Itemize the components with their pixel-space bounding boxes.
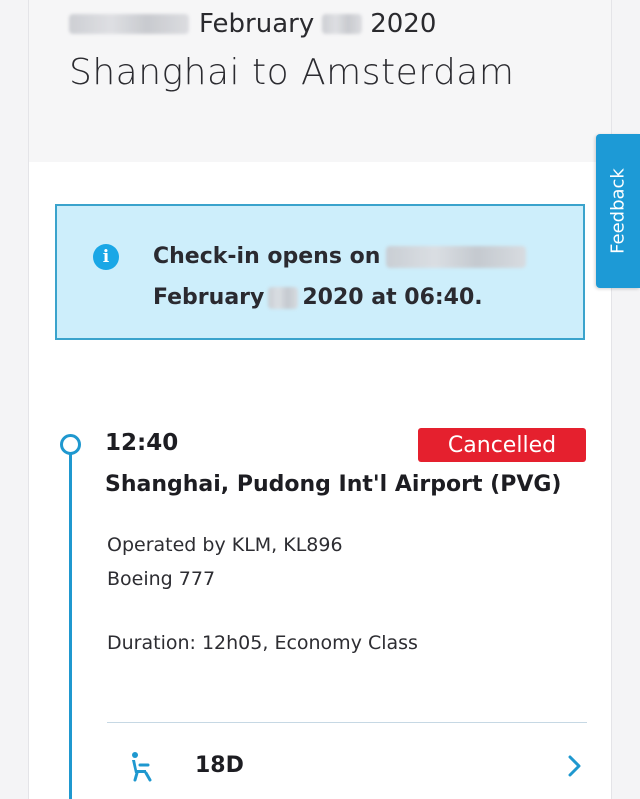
timeline-dot — [60, 434, 81, 455]
redacted-day — [322, 14, 363, 34]
seat-icon — [132, 752, 152, 782]
info-icon: i — [93, 244, 119, 270]
checkin-suffix: 2020 at 06:40. — [302, 285, 483, 310]
checkin-month: February — [153, 285, 265, 310]
departure-time: 12:40 — [105, 430, 179, 456]
page-margin-right — [612, 0, 640, 799]
seat-number: 18D — [195, 753, 244, 778]
checkin-notice: i Check-in opens on February 2020 at 06:4… — [55, 204, 585, 340]
flight-duration: Duration: 12h05, Economy Class — [107, 632, 418, 654]
feedback-tab[interactable]: Feedback — [596, 134, 640, 288]
checkin-notice-text: Check-in opens on February 2020 at 06:40. — [153, 236, 573, 318]
redacted-checkin-weekday — [386, 246, 527, 268]
route-title: Shanghai to Amsterdam — [69, 52, 515, 93]
aircraft-type: Boeing 777 — [107, 568, 216, 590]
seat-row[interactable]: 18D — [107, 736, 587, 796]
trip-date: February 2020 — [69, 6, 436, 42]
operated-by: Operated by KLM, KL896 — [107, 534, 343, 556]
timeline-line — [69, 454, 72, 799]
checkin-prefix: Check-in opens on — [153, 244, 381, 269]
trip-header: February 2020 Shanghai to Amsterdam — [29, 0, 611, 162]
feedback-label: Feedback — [607, 168, 629, 254]
trip-card: February 2020 Shanghai to Amsterdam i Ch… — [28, 0, 612, 799]
redacted-checkin-day — [268, 287, 299, 309]
trip-date-month: February — [199, 9, 315, 39]
status-badge: Cancelled — [418, 428, 586, 462]
departure-airport: Shanghai, Pudong Int'l Airport (PVG) — [105, 472, 562, 497]
chevron-right-icon[interactable] — [565, 754, 585, 778]
trip-date-year: 2020 — [370, 9, 437, 39]
divider — [107, 722, 587, 723]
redacted-weekday — [69, 14, 189, 34]
page-margin-left — [0, 0, 28, 799]
